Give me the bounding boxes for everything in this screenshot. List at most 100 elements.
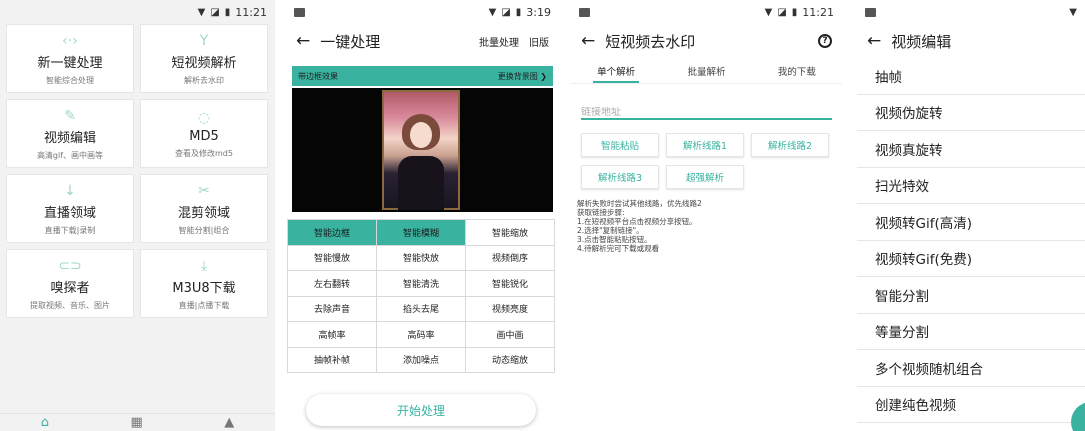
feature-card[interactable]: ↓ 直播领域 直播下载|录制 <box>6 174 134 243</box>
wifi-icon: ▼ <box>488 6 497 18</box>
effect-button[interactable]: 画中画 <box>465 321 555 348</box>
grid-icon[interactable]: ▦ <box>130 415 142 431</box>
feature-title: 直播领域 <box>43 205 96 221</box>
list-item[interactable]: 视频转Gif(高清) <box>857 204 1085 241</box>
feature-card[interactable]: ‹·› 新一键处理智能综合处理 <box>6 24 134 93</box>
banner-effect-label: 带边框效果 <box>298 71 338 81</box>
video-preview[interactable] <box>292 88 553 212</box>
feature-card[interactable]: ✂ 混剪领域智能分割|组合 <box>140 174 268 243</box>
instruction-line: 获取链接步骤: <box>577 208 625 217</box>
effect-banner[interactable]: 带边框效果 更换背景图 ❯ <box>292 66 553 86</box>
one-click-process-screen: ▼ ◪ ▮ 3:19 ← 一键处理 批量处理 旧版 带边框效果 更换背景图 ❯ … <box>286 0 559 431</box>
feature-title: 混剪领域 <box>177 205 230 221</box>
battery-icon: ▮ <box>515 6 522 18</box>
effect-button-grid: 智能边框 智能模糊 智能缩放智能慢放 智能快放 视频倒序左右翻转 智能清洗 智能锐化去除声音… <box>287 219 555 373</box>
feature-grid: ‹·› 新一键处理 智能综合处理 Y 短视频解析 解析去水印 ✎ 视频编辑 高清gif、画中画等… <box>6 24 268 318</box>
scissors-icon: ✂ <box>198 182 210 199</box>
home-icon[interactable]: ⌂ <box>41 415 49 431</box>
effect-button[interactable]: 左右翻转 <box>287 270 377 297</box>
parse-option-button[interactable]: 解析线路3 <box>581 165 659 189</box>
dashed-circle-icon: ◌ <box>197 109 211 126</box>
instruction-line: 解析失败时尝试其他线路，优先线路2 <box>577 199 702 208</box>
list-item[interactable]: 视频真旋转 <box>857 131 1085 168</box>
effect-button[interactable]: 视频倒序 <box>465 244 555 271</box>
back-arrow-icon[interactable]: ← <box>581 31 595 51</box>
battery-icon: ▮ <box>224 6 231 18</box>
effect-button[interactable]: 智能锐化 <box>465 270 555 297</box>
wifi-icon: ▼ <box>764 6 773 18</box>
no-sim-icon: ◪ <box>501 6 511 18</box>
status-bar: ▼ ◪ ▮ 11:21 <box>571 0 842 24</box>
image-notification-icon <box>865 7 876 17</box>
feature-subtitle: 直播下载|录制 <box>44 225 96 235</box>
feature-title: MD5 <box>189 128 219 144</box>
watermark-removal-screen: ▼ ◪ ▮ 11:21 ← 短视频去水印 ? 单个解析 批量解析 我的下载 智能… <box>571 0 842 431</box>
effect-button[interactable]: 智能边框 <box>287 219 377 246</box>
effect-button[interactable]: 智能清洗 <box>376 270 466 297</box>
change-background-link[interactable]: 更换背景图 ❯ <box>498 71 547 82</box>
app-bar: ← 视频编辑 <box>857 24 1085 58</box>
wifi-icon: ▼ <box>1069 6 1077 18</box>
list-item[interactable]: 抽帧 <box>857 58 1085 95</box>
feature-card[interactable]: ✎ 视频编辑 高清gif、画中画等 <box>6 99 134 168</box>
tab-single-parse[interactable]: 单个解析 <box>571 58 661 83</box>
parse-option-button[interactable]: 解析线路1 <box>666 133 744 157</box>
feature-subtitle: 智能分割|组合 <box>178 225 230 235</box>
list-item[interactable]: 创建纯色视频 <box>857 387 1085 423</box>
effect-button[interactable]: 智能缩放 <box>465 219 555 246</box>
effect-button[interactable]: 高码率 <box>376 321 466 348</box>
back-arrow-icon[interactable]: ← <box>296 31 310 51</box>
feature-title: 短视频解析 <box>171 55 237 71</box>
parse-option-button[interactable]: 解析线路2 <box>751 133 829 157</box>
effect-button[interactable]: 抽帧补帧 <box>287 346 377 373</box>
link-input-wrapper <box>581 100 832 120</box>
edit-function-list: 抽帧 视频伪旋转 视频真旋转 扫光特效 视频转Gif(高清) 视频转Gif(免费) 智能分割… <box>857 58 1085 423</box>
tab-bar: 单个解析 批量解析 我的下载 <box>571 58 842 84</box>
old-version-button[interactable]: 旧版 <box>529 34 549 49</box>
effect-button[interactable]: 动态缩放 <box>465 346 555 373</box>
parse-option-button[interactable]: 超强解析 <box>666 165 744 189</box>
batch-process-button[interactable]: 批量处理 <box>479 34 519 49</box>
tab-batch-parse[interactable]: 批量解析 <box>661 58 751 83</box>
status-time: 11:21 <box>235 5 267 19</box>
list-item[interactable]: 多个视频随机组合 <box>857 350 1085 387</box>
feature-card[interactable]: ◌ MD5 查看及修改md5 <box>140 99 268 168</box>
parse-option-button[interactable]: 智能粘贴 <box>581 133 659 157</box>
page-title: 视频编辑 <box>891 32 952 51</box>
effect-button[interactable]: 智能模糊 <box>376 219 466 246</box>
list-item[interactable]: 视频伪旋转 <box>857 95 1085 131</box>
status-bar: ▼ <box>857 0 1085 24</box>
list-item[interactable]: 扫光特效 <box>857 168 1085 204</box>
list-item[interactable]: 等量分割 <box>857 314 1085 350</box>
effect-button[interactable]: 智能快放 <box>376 244 466 271</box>
feature-title: 新一键处理 <box>37 55 103 71</box>
list-item[interactable]: 智能分割 <box>857 277 1085 314</box>
instruction-line: 1.在短视频平台点击视频分享按钮。 <box>577 217 697 226</box>
list-item[interactable]: 视频转Gif(免费) <box>857 241 1085 277</box>
instruction-line: 4.待解析完可下载或观看 <box>577 244 660 253</box>
help-icon[interactable]: ? <box>818 34 832 48</box>
feature-title: 嗅探者 <box>50 280 90 296</box>
tab-my-downloads[interactable]: 我的下载 <box>752 58 842 83</box>
bell-icon[interactable]: ▲ <box>224 415 234 431</box>
page-title: 短视频去水印 <box>605 32 696 51</box>
effect-button[interactable]: 高帧率 <box>287 321 377 348</box>
app-bar: ← 一键处理 批量处理 旧版 <box>286 24 559 58</box>
back-arrow-icon[interactable]: ← <box>867 31 881 51</box>
effect-button[interactable]: 掐头去尾 <box>376 295 466 322</box>
start-process-button[interactable]: 开始处理 <box>306 394 536 426</box>
effect-button[interactable]: 视频亮度 <box>465 295 555 322</box>
status-time: 11:21 <box>802 5 834 19</box>
feature-subtitle: 解析去水印 <box>184 75 224 85</box>
feature-subtitle: 直播|点播下载 <box>178 300 230 310</box>
effect-button[interactable]: 添加噪点 <box>376 346 466 373</box>
feature-card[interactable]: Y 短视频解析 解析去水印 <box>140 24 268 93</box>
link-input[interactable] <box>581 107 832 118</box>
effect-button[interactable]: 智能慢放 <box>287 244 377 271</box>
feature-subtitle: 智能综合处理 <box>46 75 94 85</box>
feature-card[interactable]: ⤓ M3U8下载 直播|点播下载 <box>140 249 268 318</box>
feature-subtitle: 提取视频、音乐、图片 <box>30 300 110 310</box>
effect-button[interactable]: 去除声音 <box>287 295 377 322</box>
feature-card[interactable]: ⊂⊃ 嗅探者 提取视频、音乐、图片 <box>6 249 134 318</box>
code-arrows-icon: ‹·› <box>62 32 78 49</box>
